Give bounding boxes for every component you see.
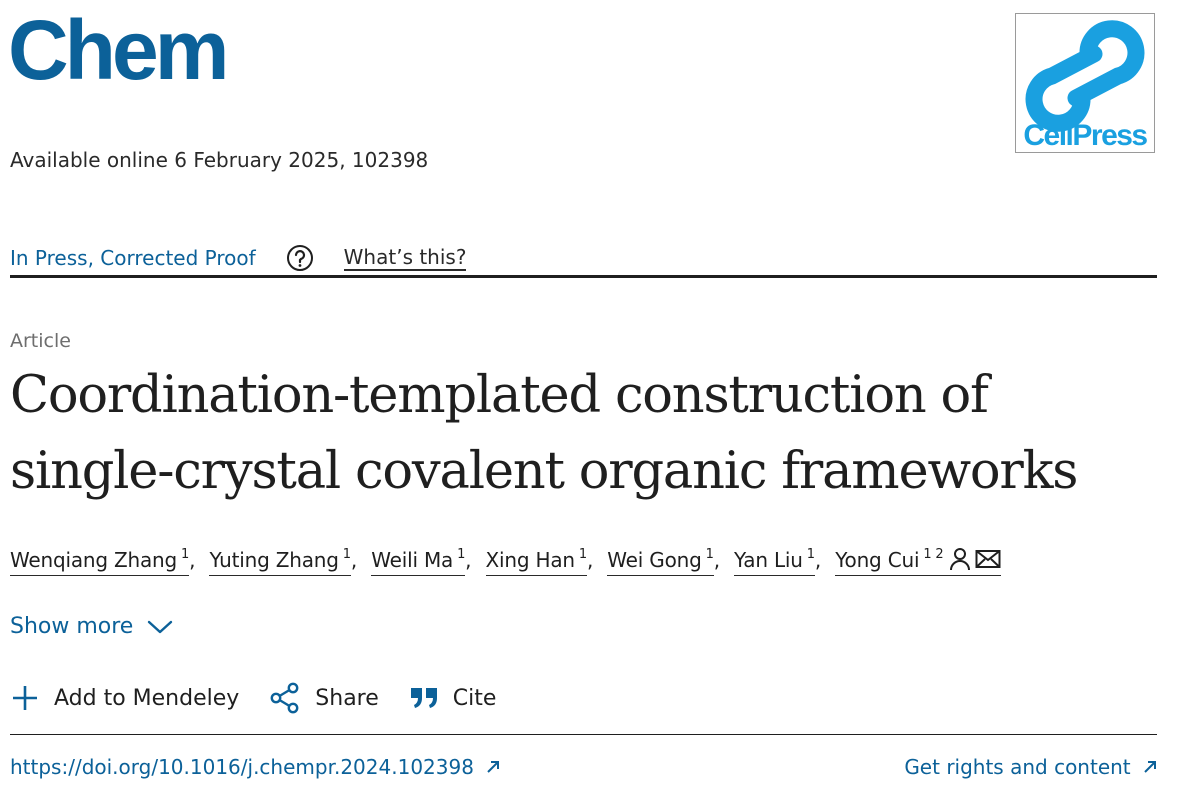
doi-link[interactable]: https://doi.org/10.1016/j.chempr.2024.10… <box>10 755 500 779</box>
plus-icon <box>13 686 37 710</box>
author-affiliation: 1 2 <box>923 547 944 562</box>
author-name: Wenqiang Zhang <box>10 548 178 572</box>
external-arrow-icon <box>487 761 500 773</box>
journal-title[interactable]: Chem <box>8 2 229 98</box>
author-affiliation: 1 <box>705 547 714 562</box>
person-icon <box>950 548 971 571</box>
cellpress-wordmark: CellPress <box>1023 119 1147 152</box>
chevron-down-icon <box>148 620 173 633</box>
add-to-mendeley-label: Add to Mendeley <box>54 685 240 711</box>
show-more-button[interactable]: Show more <box>10 614 173 639</box>
cellpress-logo[interactable]: CellPress <box>1015 13 1155 153</box>
add-to-mendeley-button[interactable]: Add to Mendeley <box>10 683 239 713</box>
author-affiliation: 1 <box>806 547 815 562</box>
author-name: Yan Liu <box>734 548 803 572</box>
article-title-line-1: Coordination-templated construction of <box>10 366 989 425</box>
author-separator: , <box>189 548 196 572</box>
author-separator: , <box>350 548 358 572</box>
availability-date: Available online 6 February 2025, 102398 <box>10 148 429 172</box>
author-name: Yuting Zhang <box>209 548 339 572</box>
author-link-corresponding[interactable]: Yong Cui 1 2 <box>835 540 1002 576</box>
header-divider <box>10 275 1157 278</box>
doi-text: https://doi.org/10.1016/j.chempr.2024.10… <box>10 755 474 779</box>
author-link[interactable]: Xing Han 1 <box>485 540 587 576</box>
external-arrow-icon <box>1144 761 1156 773</box>
show-more-label: Show more <box>10 614 134 639</box>
whats-this-link[interactable]: What’s this? <box>343 245 467 271</box>
author-name: Wei Gong <box>607 548 702 572</box>
author-separator: , <box>814 548 822 572</box>
get-rights-text: Get rights and content <box>904 755 1131 779</box>
article-title: Coordination-templated construction of s… <box>10 358 1160 510</box>
article-page: Chem CellPress Available online 6 Februa… <box>0 0 1179 794</box>
author-affiliation: 1 <box>578 547 587 562</box>
author-affiliation: 1 <box>457 547 466 562</box>
article-actions: Add to Mendeley Share Cite <box>10 682 526 714</box>
get-rights-link[interactable]: Get rights and content <box>904 755 1157 779</box>
share-icon <box>270 682 299 714</box>
author-affiliation: 1 <box>181 547 190 562</box>
cite-label: Cite <box>452 685 497 711</box>
publication-status: In Press, Corrected Proof What’s this? <box>10 240 467 276</box>
envelope-icon[interactable] <box>975 549 1001 569</box>
cite-button[interactable]: Cite <box>409 685 497 711</box>
author-link[interactable]: Yuting Zhang 1 <box>209 540 351 576</box>
cellpress-logo-mark: CellPress <box>1023 20 1149 152</box>
article-type: Article <box>10 330 71 352</box>
in-press-link[interactable]: In Press, Corrected Proof <box>10 246 256 270</box>
author-link[interactable]: Wei Gong 1 <box>607 540 714 576</box>
author-link[interactable]: Wenqiang Zhang 1 <box>10 540 189 576</box>
author-list: Wenqiang Zhang 1, Yuting Zhang 1, Weili Ma… <box>10 540 1170 578</box>
share-label: Share <box>315 685 379 711</box>
actions-divider <box>10 734 1157 735</box>
author-link[interactable]: Yan Liu 1 <box>734 540 815 576</box>
share-button[interactable]: Share <box>269 682 379 714</box>
author-link[interactable]: Weili Ma 1 <box>371 540 465 576</box>
question-circle-icon[interactable] <box>286 244 314 272</box>
author-name: Xing Han <box>485 548 576 572</box>
article-title-line-2: single-crystal covalent organic framewor… <box>10 442 1078 501</box>
author-separator: , <box>465 548 472 572</box>
quote-icon <box>410 688 437 708</box>
author-name: Weili Ma <box>371 548 454 572</box>
author-affiliation: 1 <box>342 547 351 562</box>
author-name: Yong Cui <box>835 548 920 572</box>
author-separator: , <box>713 548 720 572</box>
author-separator: , <box>586 548 594 572</box>
